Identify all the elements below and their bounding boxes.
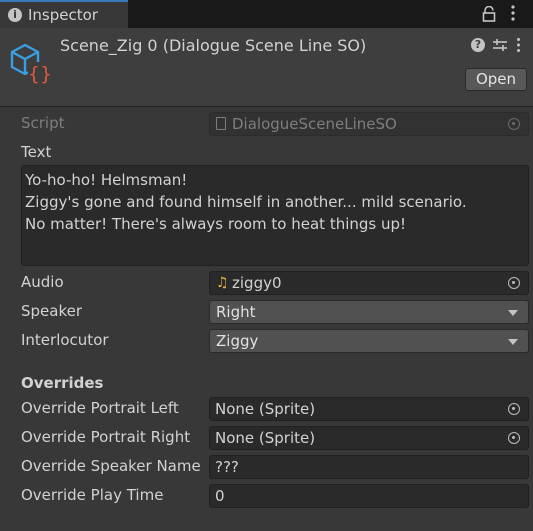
object-picker-icon xyxy=(508,118,520,130)
help-icon[interactable]: ? xyxy=(471,38,485,52)
tab-inspector[interactable]: i Inspector xyxy=(0,0,128,28)
script-file-icon xyxy=(216,117,226,130)
override-speaker-name-input[interactable]: ??? xyxy=(209,455,529,479)
audio-value: ziggy0 xyxy=(232,274,282,292)
open-button[interactable]: Open xyxy=(465,68,527,91)
override-portrait-left-value: None (Sprite) xyxy=(215,400,316,418)
audio-label: Audio xyxy=(21,273,64,291)
lock-icon[interactable] xyxy=(482,6,496,22)
override-portrait-right-label: Override Portrait Right xyxy=(21,428,191,446)
speaker-dropdown[interactable]: Right xyxy=(209,300,529,324)
object-picker-icon[interactable] xyxy=(508,403,520,415)
dropdown-arrow-icon xyxy=(508,310,518,316)
script-value: DialogueSceneLineSO xyxy=(232,115,397,133)
override-speaker-name-label: Override Speaker Name xyxy=(21,457,201,475)
override-speaker-name-value: ??? xyxy=(215,458,239,476)
override-play-time-input[interactable]: 0 xyxy=(209,484,529,508)
inspector-header: {} Scene_Zig 0 (Dialogue Scene Line SO) … xyxy=(0,28,533,107)
script-label: Script xyxy=(21,114,65,132)
speaker-value: Right xyxy=(216,303,256,321)
override-portrait-left-label: Override Portrait Left xyxy=(21,399,179,417)
text-label: Text xyxy=(21,143,52,161)
override-portrait-right-field[interactable]: None (Sprite) xyxy=(209,426,529,450)
interlocutor-value: Ziggy xyxy=(216,332,259,350)
kebab-menu-icon[interactable] xyxy=(510,4,516,22)
audio-field[interactable]: ♫ ziggy0 xyxy=(209,271,529,295)
override-portrait-left-field[interactable]: None (Sprite) xyxy=(209,397,529,421)
asset-title: Scene_Zig 0 (Dialogue Scene Line SO) xyxy=(60,36,367,55)
script-field: DialogueSceneLineSO xyxy=(209,112,529,136)
object-picker-icon[interactable] xyxy=(508,432,520,444)
interlocutor-dropdown[interactable]: Ziggy xyxy=(209,329,529,353)
scriptable-object-icon: {} xyxy=(10,43,52,85)
info-icon: i xyxy=(8,8,22,22)
svg-text:{}: {} xyxy=(28,63,52,85)
speaker-label: Speaker xyxy=(21,302,83,320)
audio-clip-icon: ♫ xyxy=(216,275,229,291)
overrides-heading: Overrides xyxy=(21,374,104,392)
object-picker-icon[interactable] xyxy=(508,277,520,289)
presets-icon[interactable] xyxy=(492,38,508,52)
dropdown-arrow-icon xyxy=(508,339,518,345)
override-portrait-right-value: None (Sprite) xyxy=(215,429,316,447)
tab-label: Inspector xyxy=(28,6,98,24)
interlocutor-label: Interlocutor xyxy=(21,331,109,349)
tab-bar: i Inspector xyxy=(0,0,533,28)
override-play-time-label: Override Play Time xyxy=(21,486,164,504)
override-play-time-value: 0 xyxy=(215,487,225,505)
text-area[interactable]: Yo-ho-ho! Helmsman! Ziggy's gone and fou… xyxy=(21,165,529,266)
header-kebab-icon[interactable] xyxy=(516,37,521,53)
